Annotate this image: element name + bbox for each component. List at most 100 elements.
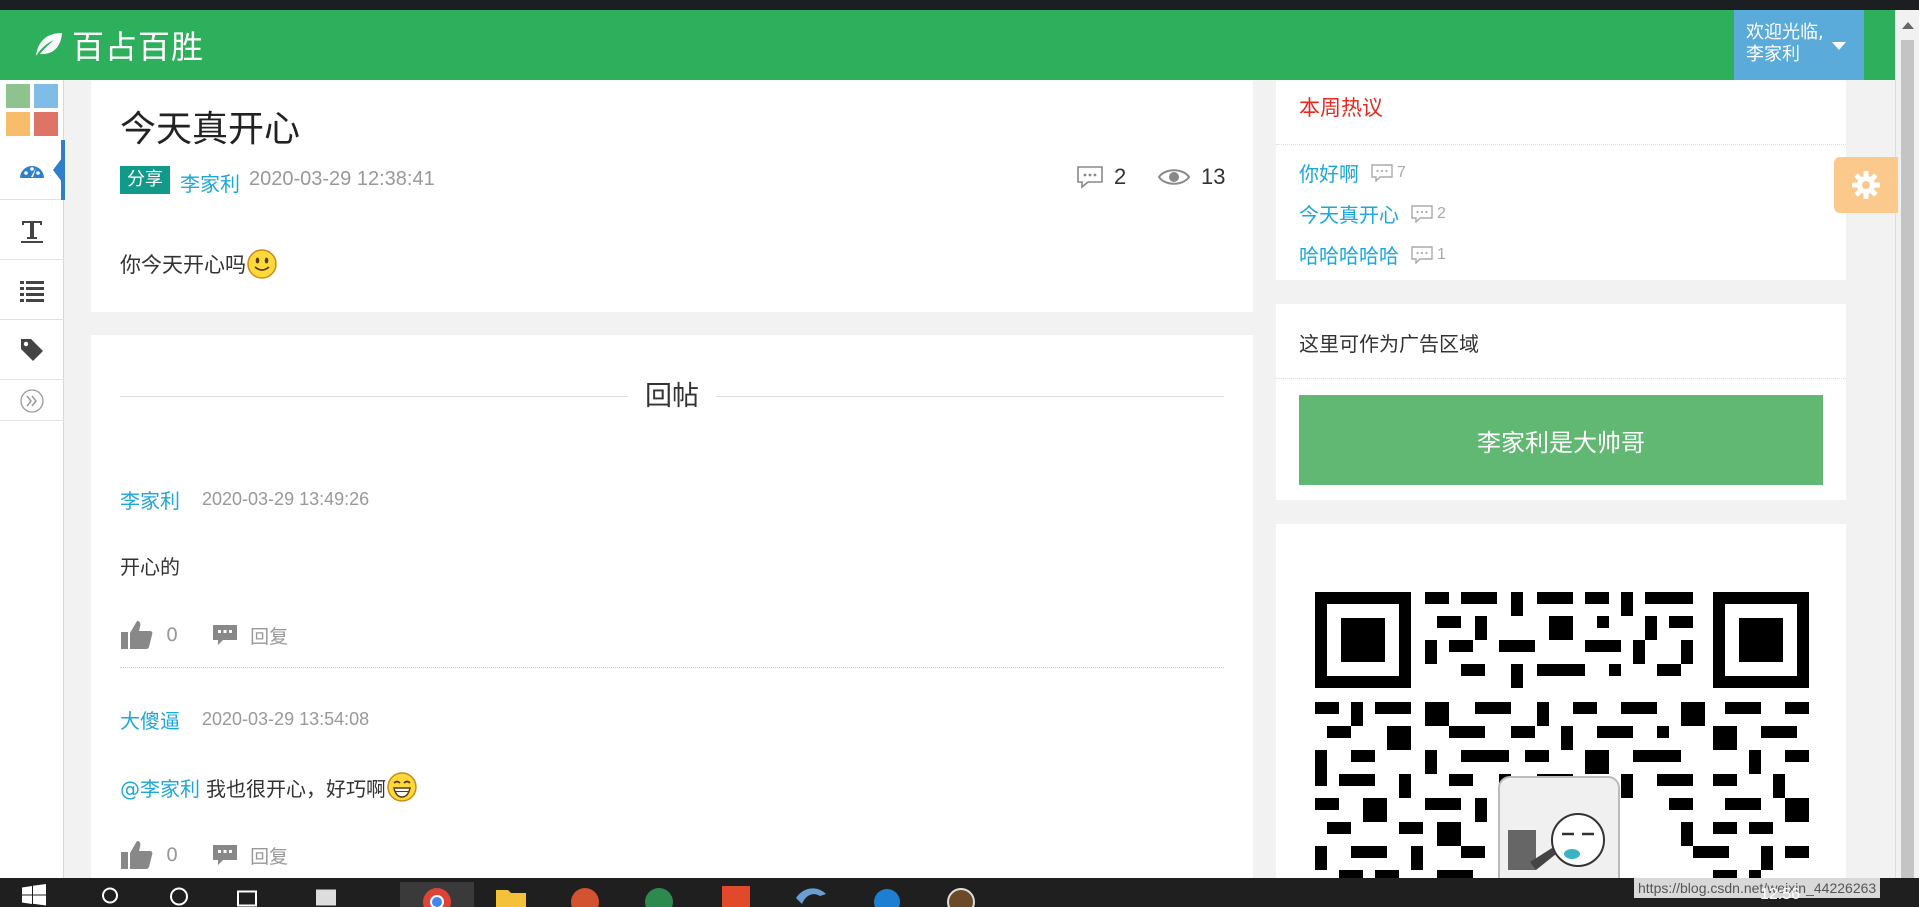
like-button[interactable]: 0	[120, 619, 178, 651]
post-category-tag[interactable]: 分享	[120, 166, 170, 194]
mysql-dolphin-icon[interactable]	[794, 882, 828, 907]
like-button[interactable]: 0	[120, 839, 178, 871]
replies-title: 回帖	[645, 381, 699, 412]
hot-topic-item: 你好啊 7	[1299, 158, 1406, 187]
ad-card: 这里可作为广告区域 李家利是大帅哥	[1276, 304, 1846, 500]
hot-topic-comment-count: 7	[1371, 164, 1406, 182]
user-menu-button[interactable]: 欢迎光临, 李家利	[1734, 10, 1864, 80]
windows-start-icon[interactable]	[22, 882, 46, 907]
ad-banner[interactable]: 李家利是大帅哥	[1299, 395, 1823, 485]
reply-button[interactable]: 回复	[212, 622, 288, 649]
hot-topics-card: 本周热议 你好啊 7 今天真开心 2 哈哈哈哈哈 1	[1276, 80, 1846, 280]
hot-topics-divider	[1276, 144, 1846, 145]
reply-separator	[120, 667, 1224, 668]
ad-area-title: 这里可作为广告区域	[1299, 332, 1479, 356]
sidebar-item-dashboard[interactable]	[0, 140, 65, 200]
post-view-count: 13	[1157, 164, 1225, 190]
os-top-strip	[0, 0, 1919, 10]
view-count-value: 13	[1201, 164, 1226, 189]
site-logo[interactable]: 百占百胜	[32, 26, 204, 66]
ad-divider	[1276, 378, 1846, 379]
top-header: 百占百胜 欢迎光临, 李家利	[0, 10, 1895, 80]
list-icon	[20, 280, 44, 302]
task-view-icon[interactable]	[236, 882, 260, 907]
comment-count-value: 2	[1114, 164, 1127, 189]
reply-time: 2020-03-29 13:54:08	[202, 709, 370, 729]
reply-author-link[interactable]: 大傻逼	[120, 705, 180, 734]
hot-topic-count: 1	[1437, 245, 1446, 263]
post-title: 今天真开心	[120, 109, 301, 150]
hot-topic-link[interactable]: 哈哈哈哈哈	[1299, 240, 1399, 269]
reply-button[interactable]: 回复	[212, 842, 288, 869]
reply-content: @李家利 我也很开心，好巧啊	[120, 771, 418, 803]
post-body: 你今天开心吗	[120, 248, 278, 280]
os-taskbar: https://blog.csdn.net/weixin_44226263 12…	[0, 878, 1919, 907]
reply-message-icon	[213, 625, 238, 645]
comment-icon	[1371, 163, 1393, 182]
leaf-icon	[36, 33, 62, 56]
tag-icon	[21, 338, 43, 361]
cortana-icon[interactable]	[168, 882, 190, 907]
scroll-up-arrow-icon[interactable]	[1902, 22, 1914, 29]
hot-topic-comment-count: 2	[1411, 205, 1446, 223]
like-count: 0	[166, 844, 179, 866]
sidebar-item-text[interactable]	[0, 200, 64, 260]
post-body-text: 你今天开心吗	[120, 253, 246, 277]
caret-down-icon	[1832, 42, 1846, 50]
text-icon	[21, 220, 43, 243]
chrome-icon	[423, 888, 451, 907]
post-author-link[interactable]: 李家利	[180, 168, 240, 197]
qr-center-avatar	[1498, 776, 1620, 884]
reply-mention-link[interactable]: @李家利	[120, 773, 200, 802]
double-chevron-right-icon	[20, 388, 44, 413]
gear-icon	[1852, 171, 1880, 199]
app-green-icon[interactable]	[642, 882, 676, 907]
dashboard-icon	[20, 165, 44, 178]
comment-icon	[1411, 245, 1433, 264]
qr-code-card	[1276, 524, 1846, 884]
hot-topic-count: 2	[1437, 204, 1446, 222]
reply-content: 开心的	[120, 551, 180, 580]
comment-icon	[1077, 166, 1103, 189]
taskbar-clock: 12:56	[1760, 886, 1801, 903]
reply-message-icon	[213, 845, 238, 865]
like-count: 0	[166, 624, 179, 646]
thumbs-up-icon	[121, 621, 153, 649]
sidebar-item-tags[interactable]	[0, 320, 64, 380]
replies-heading: 回帖	[120, 379, 1224, 415]
palette-swatches-icon[interactable]	[6, 84, 58, 136]
reply-time: 2020-03-29 13:49:26	[202, 489, 370, 509]
game-app-icon[interactable]	[944, 882, 978, 907]
sidebar-expand-button[interactable]	[0, 381, 64, 421]
reply-author-link[interactable]: 李家利	[120, 485, 180, 514]
hot-topic-link[interactable]: 今天真开心	[1299, 199, 1399, 228]
hbuilder-icon[interactable]	[720, 882, 752, 907]
scrollbar-thumb[interactable]	[1901, 40, 1914, 878]
user-name: 李家利	[1746, 44, 1800, 65]
thumbs-up-icon	[121, 841, 153, 869]
eye-icon	[1157, 169, 1191, 185]
replies-card: 回帖 李家利 2020-03-29 13:49:26 开心的 0 回复 大傻逼 …	[91, 335, 1253, 880]
settings-toggle-button[interactable]	[1834, 157, 1898, 213]
hot-topic-link[interactable]: 你好啊	[1299, 158, 1359, 187]
reply-button-label: 回复	[250, 845, 289, 868]
sidebar-item-list[interactable]	[0, 260, 64, 320]
hot-topic-item: 哈哈哈哈哈 1	[1299, 240, 1446, 269]
avatar-illustration-icon	[1508, 813, 1605, 870]
taskbar-active-app[interactable]	[400, 882, 474, 907]
reply-text: 开心的	[120, 555, 180, 579]
page-scrollbar[interactable]	[1895, 10, 1919, 878]
hot-topic-comment-count: 1	[1411, 246, 1446, 264]
comment-icon	[1411, 204, 1433, 223]
file-app-icon[interactable]	[314, 882, 342, 907]
reply-button-label: 回复	[250, 625, 289, 648]
reply-text: 我也很开心，好巧啊	[206, 776, 386, 801]
file-explorer-icon[interactable]	[494, 882, 528, 907]
edge-icon[interactable]	[870, 882, 904, 907]
powerpoint-icon[interactable]	[568, 882, 602, 907]
hot-topics-title: 本周热议	[1299, 96, 1383, 120]
search-icon[interactable]	[100, 882, 122, 907]
hot-topic-item: 今天真开心 2	[1299, 199, 1446, 228]
hot-topic-count: 7	[1397, 163, 1406, 181]
post-comment-count: 2	[1076, 164, 1126, 190]
